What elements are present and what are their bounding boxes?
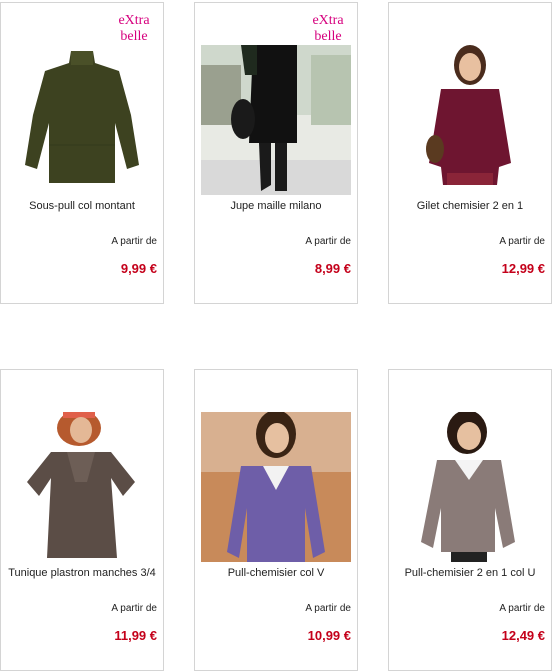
svg-text:belle: belle xyxy=(120,29,147,44)
product-image-burgundy-cardigan[interactable] xyxy=(395,45,545,195)
product-image-taupe-sweater[interactable] xyxy=(395,412,545,562)
product-image-grey-tunic[interactable] xyxy=(7,412,157,562)
product-image-purple-vneck[interactable] xyxy=(201,412,351,562)
product-card[interactable]: Pull-chemisier 2 en 1 col U A partir de … xyxy=(388,369,552,671)
product-name[interactable]: Gilet chemisier 2 en 1 xyxy=(389,200,551,212)
price-from-label: A partir de xyxy=(499,236,545,247)
brand-logo: eXtra belle xyxy=(118,13,150,44)
svg-text:eXtra: eXtra xyxy=(312,13,344,28)
product-price: 9,99 € xyxy=(120,261,157,276)
product-image-olive-turtleneck[interactable] xyxy=(7,45,157,195)
product-price: 10,99 € xyxy=(307,628,351,643)
price-from-label: A partir de xyxy=(111,603,157,614)
svg-text:belle: belle xyxy=(314,29,341,44)
product-card[interactable]: Tunique plastron manches 3/4 A partir de… xyxy=(0,369,164,671)
product-card[interactable]: eXtra belle Jupe maille milano A partir … xyxy=(194,2,358,304)
product-name[interactable]: Pull-chemisier 2 en 1 col U xyxy=(389,567,551,579)
svg-text:eXtra: eXtra xyxy=(118,13,150,28)
product-name[interactable]: Sous-pull col montant xyxy=(1,200,163,212)
product-price: 8,99 € xyxy=(314,261,351,276)
product-card[interactable]: Gilet chemisier 2 en 1 A partir de 12,99… xyxy=(388,2,552,304)
price-from-label: A partir de xyxy=(305,603,351,614)
price-from-label: A partir de xyxy=(111,236,157,247)
product-price: 12,99 € xyxy=(501,261,545,276)
product-name[interactable]: Tunique plastron manches 3/4 xyxy=(1,567,163,579)
product-name[interactable]: Pull-chemisier col V xyxy=(195,567,357,579)
product-price: 11,99 € xyxy=(114,628,157,643)
product-card[interactable]: Pull-chemisier col V A partir de 10,99 € xyxy=(194,369,358,671)
product-image-black-skirt[interactable] xyxy=(201,45,351,195)
price-from-label: A partir de xyxy=(499,603,545,614)
product-name[interactable]: Jupe maille milano xyxy=(195,200,357,212)
product-price: 12,49 € xyxy=(501,628,545,643)
brand-logo: eXtra belle xyxy=(312,13,344,44)
product-card[interactable]: eXtra belle Sous-pull col montant A part… xyxy=(0,2,164,304)
price-from-label: A partir de xyxy=(305,236,351,247)
